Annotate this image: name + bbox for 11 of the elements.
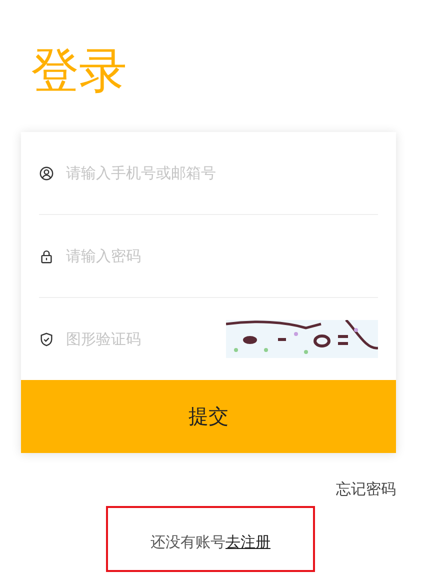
password-field[interactable]: 请输入密码 [66, 243, 378, 269]
captcha-field[interactable]: 图形验证码 [66, 326, 226, 352]
user-icon [39, 166, 54, 180]
register-link[interactable]: 去注册 [226, 533, 270, 551]
register-prompt: 还没有账号去注册 [150, 533, 270, 552]
forgot-password-link[interactable]: 忘记密码 [336, 480, 396, 498]
shield-check-icon [39, 332, 54, 346]
lock-icon [39, 248, 54, 264]
submit-button[interactable]: 提交 [21, 380, 396, 453]
page-title: 登录 [31, 42, 127, 101]
account-field[interactable]: 请输入手机号或邮箱号 [66, 160, 378, 186]
